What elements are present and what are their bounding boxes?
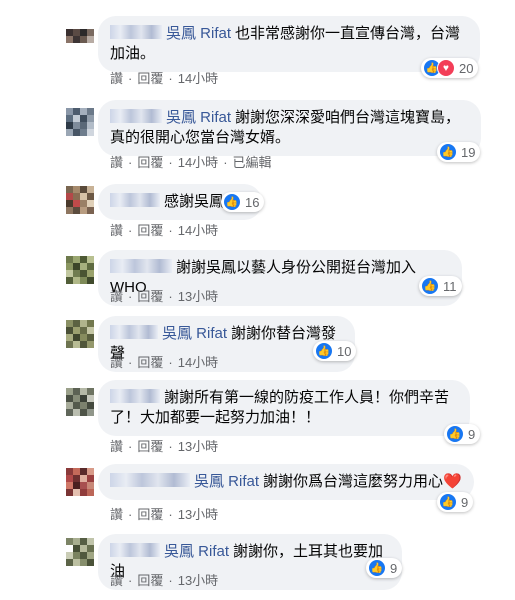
thumbs-up-icon: 👍 xyxy=(439,143,457,161)
comment-timestamp[interactable]: 13小時 xyxy=(178,504,218,523)
avatar[interactable] xyxy=(66,468,94,496)
comment-author[interactable]: 吳鳳 Rifat xyxy=(164,543,229,560)
comment-actions: 讚 · 回覆 · 14小時 xyxy=(110,220,218,239)
blurred-user-name xyxy=(110,473,190,487)
reply-link[interactable]: 回覆 xyxy=(137,436,163,455)
comment-actions: 讚 · 回覆 · 14小時 xyxy=(110,352,218,371)
heart-emoji: ❤️ xyxy=(443,473,462,490)
blurred-user-name xyxy=(110,259,172,273)
avatar[interactable] xyxy=(66,22,94,50)
reply-link[interactable]: 回覆 xyxy=(137,570,163,589)
blurred-user-name xyxy=(110,389,160,403)
reply-link[interactable]: 回覆 xyxy=(137,504,163,523)
reply-link[interactable]: 回覆 xyxy=(137,152,163,171)
thumbs-up-icon: 👍 xyxy=(439,493,457,511)
reaction-count[interactable]: 👍 10 xyxy=(313,341,357,361)
avatar[interactable] xyxy=(66,256,94,284)
comment-timestamp[interactable]: 13小時 xyxy=(178,286,218,305)
comment-bubble: 吳鳳 Rifat 謝謝您深深愛咱們台灣這塊寶島，真的很開心您當台灣女婿。 xyxy=(98,100,481,156)
comment-timestamp[interactable]: 13小時 xyxy=(178,570,218,589)
reaction-count[interactable]: 👍 9 xyxy=(444,424,481,444)
thumbs-up-icon: 👍 xyxy=(446,425,464,443)
blurred-user-name xyxy=(110,325,158,339)
like-link[interactable]: 讚 xyxy=(110,220,123,239)
reaction-count[interactable]: 👍 19 xyxy=(437,142,481,162)
blurred-user-name xyxy=(110,193,160,207)
blurred-user-name xyxy=(110,25,162,39)
reply-link[interactable]: 回覆 xyxy=(137,286,163,305)
comment-actions: 讚 · 回覆 · 13小時 xyxy=(110,286,218,305)
comment-text: 謝謝您深深愛咱們台灣這塊寶島，真的很開心您當台灣女婿。 xyxy=(110,109,461,146)
comment-author[interactable]: 吳鳳 Rifat xyxy=(194,473,259,490)
like-link[interactable]: 讚 xyxy=(110,436,123,455)
like-link[interactable]: 讚 xyxy=(110,152,123,171)
like-link[interactable]: 讚 xyxy=(110,352,123,371)
reaction-count[interactable]: 👍 ♥ 20 xyxy=(421,58,479,78)
comment-timestamp[interactable]: 14小時 xyxy=(178,220,218,239)
like-link[interactable]: 讚 xyxy=(110,68,123,87)
thumbs-up-icon: 👍 xyxy=(368,559,386,577)
reply-link[interactable]: 回覆 xyxy=(137,352,163,371)
avatar[interactable] xyxy=(66,388,94,416)
thumbs-up-icon: 👍 xyxy=(315,342,333,360)
reply-link[interactable]: 回覆 xyxy=(137,68,163,87)
comment-text: 感謝吳鳳 xyxy=(164,193,225,210)
thumbs-up-icon: 👍 xyxy=(223,193,241,211)
comment-author[interactable]: 吳鳳 Rifat xyxy=(166,25,231,42)
comment-author[interactable]: 吳鳳 Rifat xyxy=(166,109,231,126)
reply-link[interactable]: 回覆 xyxy=(137,220,163,239)
comment-actions: 讚 · 回覆 · 13小時 xyxy=(110,504,218,523)
comment-text: 謝謝你爲台灣這麼努力用心 xyxy=(263,473,444,490)
avatar[interactable] xyxy=(66,186,94,214)
comment-timestamp[interactable]: 14小時 xyxy=(178,68,218,87)
reaction-count[interactable]: 👍 9 xyxy=(366,558,403,578)
comment-actions: 讚 · 回覆 · 13小時 xyxy=(110,436,218,455)
comment-actions: 讚 · 回覆 · 13小時 xyxy=(110,570,218,589)
edited-label[interactable]: 已編輯 xyxy=(233,152,272,171)
comment-timestamp[interactable]: 14小時 xyxy=(178,352,218,371)
comment-bubble: 謝謝所有第一線的防疫工作人員！你們辛苦了！大加都要一起努力加油！！ xyxy=(98,380,470,436)
comment-actions: 讚 · 回覆 · 14小時 xyxy=(110,68,218,87)
thumbs-up-icon: 👍 xyxy=(421,277,439,295)
reaction-count[interactable]: 👍 9 xyxy=(437,492,474,512)
comment-timestamp[interactable]: 13小時 xyxy=(178,436,218,455)
comment-actions: 讚 · 回覆 · 14小時 · 已編輯 xyxy=(110,152,272,171)
comment-text: 謝謝所有第一線的防疫工作人員！你們辛苦了！大加都要一起努力加油！！ xyxy=(110,389,450,426)
avatar[interactable] xyxy=(66,108,94,136)
comment-bubble: 吳鳳 Rifat 謝謝你爲台灣這麼努力用心❤️ xyxy=(98,464,474,500)
like-link[interactable]: 讚 xyxy=(110,504,123,523)
like-link[interactable]: 讚 xyxy=(110,570,123,589)
heart-icon: ♥ xyxy=(437,59,455,77)
comment-text: 也非常感謝你一直宣傳台灣，台灣加油。 xyxy=(110,25,461,62)
like-link[interactable]: 讚 xyxy=(110,286,123,305)
reaction-count[interactable]: 👍 11 xyxy=(419,276,462,296)
blurred-user-name xyxy=(110,109,162,123)
comment-timestamp[interactable]: 14小時 xyxy=(178,152,218,171)
avatar[interactable] xyxy=(66,538,94,566)
avatar[interactable] xyxy=(66,320,94,348)
blurred-user-name xyxy=(110,543,160,557)
reaction-count[interactable]: 👍 16 xyxy=(221,192,265,212)
comment-author[interactable]: 吳鳳 Rifat xyxy=(162,325,227,342)
